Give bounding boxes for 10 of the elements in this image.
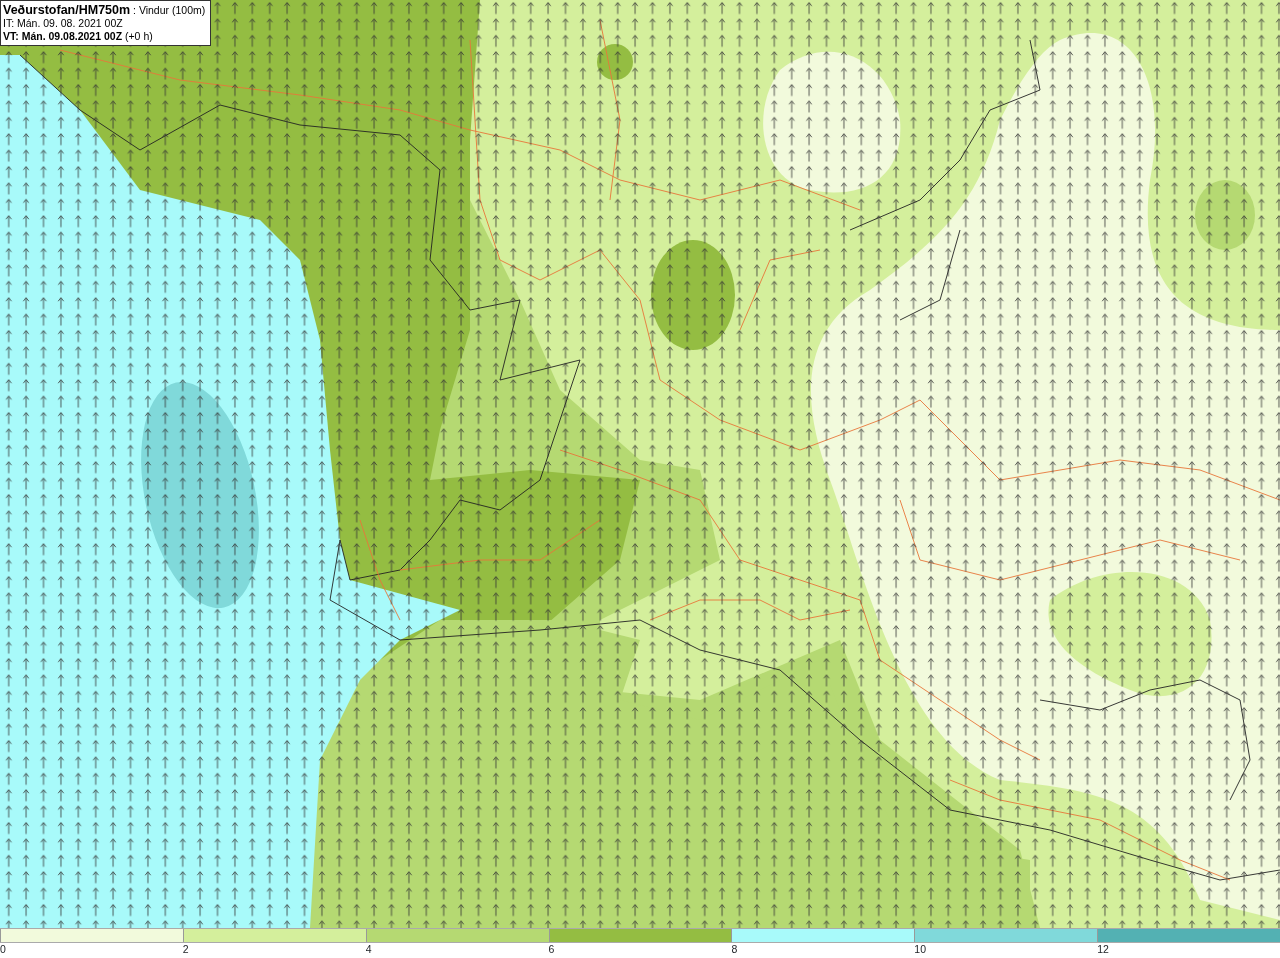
legend-tick-label: 2 xyxy=(182,943,189,955)
init-time: IT: Mán. 09. 08. 2021 00Z xyxy=(3,17,124,30)
valid-time: VT: Mán. 09.08.2021 00Z (+0 h) xyxy=(3,30,154,43)
legend-tick-label: 12 xyxy=(1097,943,1109,955)
legend-tick-label: 4 xyxy=(365,943,372,955)
legend-tick-label: 10 xyxy=(914,943,926,955)
legend-tick-label: 0 xyxy=(0,943,6,955)
legend-tick-label: 6 xyxy=(548,943,555,955)
model-title: Veðurstofan/HM750m : Vindur (100m) xyxy=(3,4,206,17)
legend-tick-label: 8 xyxy=(731,943,738,955)
